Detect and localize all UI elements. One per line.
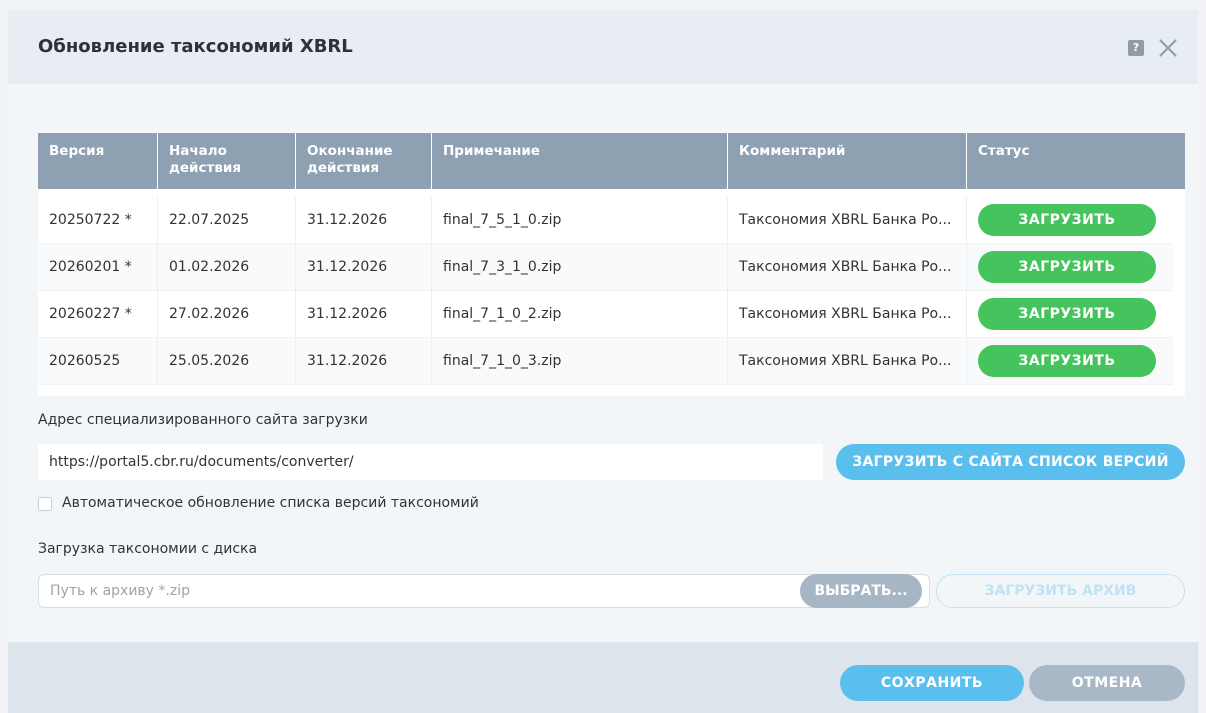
cell-comment: Таксономия XBRL Банка Ро... <box>728 291 967 337</box>
dialog-header: Обновление таксономий XBRL ? <box>8 10 1198 84</box>
auto-update-label[interactable]: Автоматическое обновление списка версий … <box>62 495 479 511</box>
table-row[interactable]: 20260201 * 01.02.2026 31.12.2026 final_7… <box>38 244 1173 291</box>
dialog-title: Обновление таксономий XBRL <box>38 36 353 57</box>
load-version-button[interactable]: ЗАГРУЗИТЬ <box>978 298 1156 330</box>
cell-start: 27.02.2026 <box>158 291 296 337</box>
site-url-input[interactable]: https://portal5.cbr.ru/documents/convert… <box>38 444 823 480</box>
cell-version: 20250722 * <box>38 197 158 243</box>
upload-archive-button[interactable]: ЗАГРУЗИТЬ АРХИВ <box>936 574 1185 608</box>
dialog-body: Версия Начало действия Окончание действи… <box>8 84 1198 642</box>
cell-comment: Таксономия XBRL Банка Ро... <box>728 338 967 384</box>
cell-start: 22.07.2025 <box>158 197 296 243</box>
help-icon[interactable]: ? <box>1128 40 1144 56</box>
cell-version: 20260525 <box>38 338 158 384</box>
cell-end: 31.12.2026 <box>296 291 432 337</box>
cell-start: 01.02.2026 <box>158 244 296 290</box>
auto-update-checkbox[interactable] <box>38 497 52 511</box>
cell-end: 31.12.2026 <box>296 244 432 290</box>
choose-file-button[interactable]: ВЫБРАТЬ... <box>800 574 922 608</box>
table-header: Версия Начало действия Окончание действи… <box>38 133 1185 189</box>
cell-note: final_7_5_1_0.zip <box>432 197 728 243</box>
table-row[interactable]: 20260525 25.05.2026 31.12.2026 final_7_1… <box>38 338 1173 385</box>
load-versions-from-site-button[interactable]: ЗАГРУЗИТЬ С САЙТА СПИСОК ВЕРСИЙ <box>836 444 1185 480</box>
column-header-end[interactable]: Окончание действия <box>296 133 432 189</box>
cell-note: final_7_1_0_3.zip <box>432 338 728 384</box>
cell-comment: Таксономия XBRL Банка Ро... <box>728 197 967 243</box>
cell-start: 25.05.2026 <box>158 338 296 384</box>
close-icon[interactable] <box>1155 35 1181 61</box>
site-url-label: Адрес специализированного сайта загрузки <box>38 412 368 428</box>
dialog-footer: СОХРАНИТЬ ОТМЕНА <box>8 642 1198 713</box>
cell-end: 31.12.2026 <box>296 197 432 243</box>
load-version-button[interactable]: ЗАГРУЗИТЬ <box>978 251 1156 283</box>
column-header-status[interactable]: Статус <box>967 133 1185 189</box>
cell-version: 20260201 * <box>38 244 158 290</box>
disk-upload-label: Загрузка таксономии с диска <box>38 541 258 557</box>
load-version-button[interactable]: ЗАГРУЗИТЬ <box>978 345 1156 377</box>
cell-comment: Таксономия XBRL Банка Ро... <box>728 244 967 290</box>
cell-end: 31.12.2026 <box>296 338 432 384</box>
versions-table: Версия Начало действия Окончание действи… <box>38 133 1185 396</box>
archive-path-input[interactable]: Путь к архиву *.zip <box>38 574 930 608</box>
column-header-note[interactable]: Примечание <box>432 133 728 189</box>
cancel-button[interactable]: ОТМЕНА <box>1029 665 1185 701</box>
column-header-comment[interactable]: Комментарий <box>728 133 967 189</box>
table-row[interactable]: 20250722 * 22.07.2025 31.12.2026 final_7… <box>38 197 1173 244</box>
column-header-version[interactable]: Версия <box>38 133 158 189</box>
dialog: Обновление таксономий XBRL ? Версия Нача… <box>8 10 1198 713</box>
column-header-start[interactable]: Начало действия <box>158 133 296 189</box>
cell-version: 20260227 * <box>38 291 158 337</box>
table-row[interactable]: 20260227 * 27.02.2026 31.12.2026 final_7… <box>38 291 1173 338</box>
cell-note: final_7_3_1_0.zip <box>432 244 728 290</box>
table-body: 20250722 * 22.07.2025 31.12.2026 final_7… <box>38 197 1173 385</box>
cell-note: final_7_1_0_2.zip <box>432 291 728 337</box>
load-version-button[interactable]: ЗАГРУЗИТЬ <box>978 204 1156 236</box>
save-button[interactable]: СОХРАНИТЬ <box>840 665 1024 701</box>
